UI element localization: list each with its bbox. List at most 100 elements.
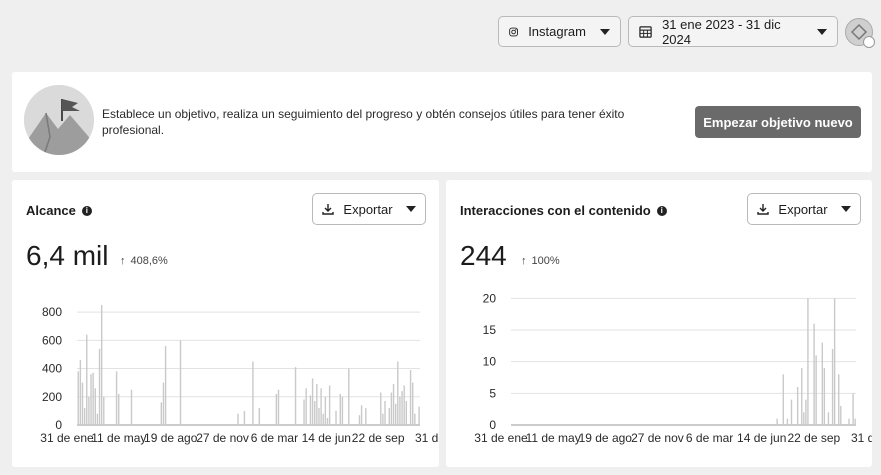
reach-bar bbox=[243, 410, 246, 425]
reach-bar bbox=[384, 401, 386, 425]
reach-bar bbox=[275, 393, 278, 425]
reach-x-tick-label: 31 de ene bbox=[40, 431, 94, 445]
chevron-down-icon bbox=[600, 28, 610, 35]
reach-bar bbox=[81, 382, 84, 425]
interactions-bar bbox=[854, 418, 856, 425]
goal-flag-illustration bbox=[24, 85, 94, 155]
instagram-badge-icon bbox=[863, 36, 875, 48]
calendar-icon bbox=[639, 25, 652, 38]
reach-y-tick-label: 0 bbox=[55, 418, 62, 432]
interactions-bar bbox=[838, 374, 840, 425]
reach-bar bbox=[360, 405, 363, 425]
reach-bar bbox=[316, 384, 318, 425]
interactions-bar bbox=[782, 374, 784, 425]
reach-y-tick-label: 200 bbox=[42, 390, 62, 404]
interactions-x-tick-label: 19 de ago bbox=[579, 431, 633, 445]
reach-bar bbox=[96, 413, 99, 425]
reach-bar bbox=[314, 401, 316, 425]
interactions-bar bbox=[840, 406, 842, 425]
reach-bar bbox=[303, 399, 305, 425]
interactions-y-tick-label: 10 bbox=[483, 355, 497, 369]
reach-bar bbox=[322, 413, 324, 425]
reach-y-tick-label: 400 bbox=[42, 362, 62, 376]
reach-bar bbox=[179, 340, 182, 425]
date-range-label: 31 ene 2023 - 31 dic 2024 bbox=[662, 16, 781, 47]
reach-panel: Alcance i Exportar 6,4 mil ↑ 408,6% 0 200… bbox=[12, 180, 439, 467]
reach-y-tick-label: 800 bbox=[42, 305, 62, 319]
reach-bar bbox=[77, 371, 79, 425]
interactions-x-tick-label: 31 de ene bbox=[474, 431, 528, 445]
reach-x-tick-label: 19 de ago bbox=[144, 431, 198, 445]
reach-bar bbox=[403, 385, 405, 425]
interactions-bar bbox=[807, 298, 809, 425]
reach-bar bbox=[98, 348, 101, 425]
interactions-bar bbox=[803, 412, 805, 425]
reach-bar bbox=[388, 408, 390, 425]
reach-bar bbox=[164, 345, 167, 425]
reach-bar bbox=[365, 408, 367, 425]
reach-x-tick-label: 6 de mar bbox=[251, 431, 298, 445]
reach-bar bbox=[392, 384, 395, 425]
interactions-y-tick-label: 0 bbox=[489, 418, 496, 432]
reach-x-tick-label: 14 de jun bbox=[302, 431, 351, 445]
interactions-y-tick-label: 5 bbox=[489, 386, 496, 400]
goal-card: Establece un objetivo, realiza un seguim… bbox=[12, 72, 872, 172]
interactions-bar bbox=[848, 418, 850, 425]
interactions-x-tick-label: 14 de jun bbox=[737, 431, 786, 445]
reach-bar bbox=[341, 396, 344, 425]
reach-bar bbox=[399, 396, 401, 425]
interactions-bar bbox=[796, 387, 799, 425]
reach-bar bbox=[237, 413, 239, 425]
interactions-x-tick-label: 22 de sep bbox=[787, 431, 840, 445]
reach-bar bbox=[90, 374, 92, 425]
reach-bar bbox=[358, 415, 361, 425]
reach-bar bbox=[414, 413, 416, 425]
start-new-goal-button[interactable]: Empezar objetivo nuevo bbox=[695, 106, 861, 138]
reach-bar bbox=[160, 402, 163, 425]
reach-bar bbox=[324, 396, 327, 425]
interactions-bar bbox=[786, 418, 789, 425]
reach-x-tick-label: 31 de bbox=[415, 431, 439, 445]
interactions-bar bbox=[815, 355, 817, 425]
interactions-bar bbox=[852, 393, 854, 425]
reach-bar bbox=[162, 382, 165, 425]
date-range-selector[interactable]: 31 ene 2023 - 31 dic 2024 bbox=[628, 16, 838, 47]
reach-x-tick-label: 11 de may bbox=[91, 431, 146, 445]
platform-selector[interactable]: Instagram bbox=[498, 16, 621, 47]
reach-bar bbox=[418, 406, 420, 425]
reach-bar bbox=[390, 392, 393, 425]
reach-bar bbox=[335, 410, 337, 425]
reach-bar bbox=[252, 361, 254, 425]
instagram-icon bbox=[509, 27, 518, 36]
interactions-bar bbox=[790, 399, 793, 425]
reach-bar bbox=[88, 396, 90, 425]
chevron-down-icon bbox=[817, 28, 827, 35]
reach-bar bbox=[130, 389, 133, 425]
reach-bar bbox=[100, 305, 103, 425]
reach-bar bbox=[401, 391, 403, 425]
goal-description: Establece un objetivo, realiza un seguim… bbox=[102, 107, 625, 137]
flag-mountain-icon bbox=[24, 85, 94, 155]
top-bar: Instagram 31 ene 2023 - 31 dic 2024 bbox=[0, 0, 881, 70]
reach-bar bbox=[326, 417, 329, 425]
interactions-bar bbox=[813, 323, 815, 425]
interactions-bar bbox=[831, 349, 834, 425]
reach-bar bbox=[83, 408, 86, 425]
interactions-y-tick-label: 20 bbox=[483, 291, 497, 305]
reach-bar bbox=[115, 371, 118, 425]
reach-bar bbox=[397, 361, 399, 425]
platform-label: Instagram bbox=[528, 24, 586, 39]
interactions-bar bbox=[827, 412, 830, 425]
reach-bar bbox=[309, 395, 312, 425]
account-avatar[interactable] bbox=[845, 18, 875, 48]
interactions-x-tick-label: 27 de nov bbox=[631, 431, 684, 445]
interactions-x-tick-label: 11 de may bbox=[526, 431, 581, 445]
interactions-bar bbox=[801, 368, 803, 425]
reach-bar bbox=[412, 382, 414, 425]
reach-bar bbox=[118, 393, 120, 425]
reach-bar bbox=[382, 413, 384, 425]
interactions-x-tick-label: 6 de mar bbox=[686, 431, 733, 445]
reach-bar bbox=[94, 388, 96, 425]
reach-bar bbox=[86, 334, 88, 425]
reach-bar bbox=[318, 408, 320, 425]
